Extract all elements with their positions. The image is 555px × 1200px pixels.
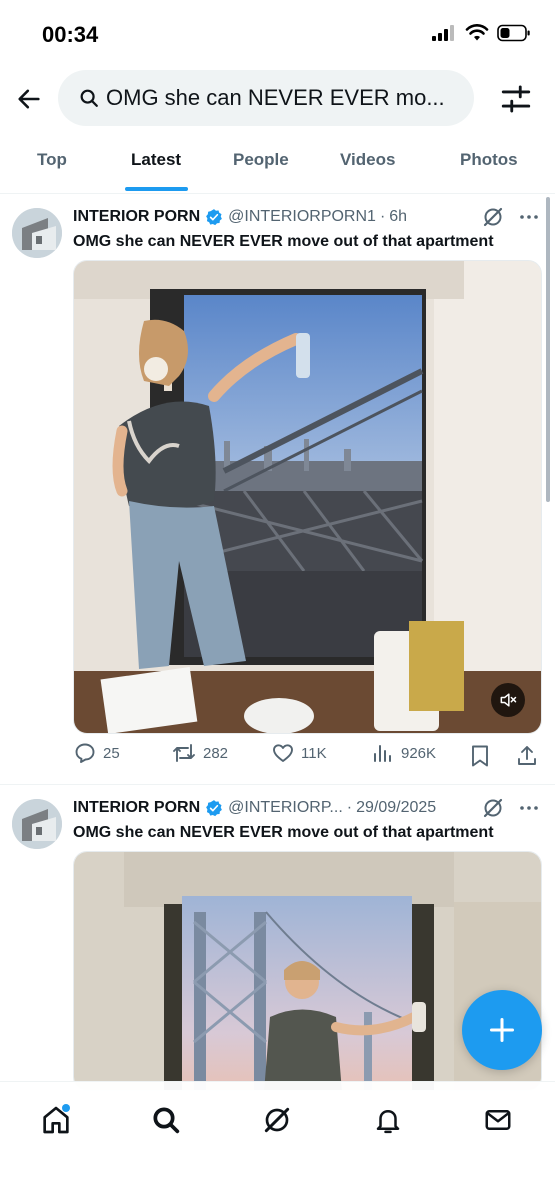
compose-plus-icon	[489, 1017, 515, 1043]
status-bar: 00:34	[0, 0, 555, 70]
search-query: OMG she can NEVER EVER mo...	[106, 85, 445, 110]
tweet-video[interactable]	[73, 260, 542, 734]
status-time: 00:34	[42, 22, 99, 47]
avatar[interactable]	[12, 799, 62, 849]
nav-grok[interactable]	[257, 1100, 297, 1140]
avatar-image	[12, 799, 62, 849]
messages-icon	[485, 1110, 511, 1130]
wifi-icon	[465, 24, 489, 41]
nav-home[interactable]	[36, 1100, 76, 1140]
grok-icon[interactable]	[481, 205, 505, 229]
scrollbar[interactable]	[546, 197, 550, 502]
more-icon[interactable]	[517, 796, 541, 820]
like-icon	[273, 744, 293, 762]
verified-badge-icon	[206, 800, 222, 817]
search-tabs: Top Latest People Videos Photos	[0, 140, 555, 194]
back-arrow-icon	[18, 89, 40, 109]
filter-sliders-icon[interactable]	[499, 82, 533, 116]
back-button[interactable]	[12, 82, 46, 116]
search-input[interactable]: OMG she can NEVER EVER mo...	[58, 70, 474, 126]
share-icon[interactable]	[515, 744, 539, 768]
avatar-image	[12, 208, 62, 258]
like-button[interactable]: 11K	[271, 741, 327, 765]
tweet-header: INTERIOR PORN @INTERIORPORN1 · 6h	[73, 205, 407, 229]
tab-videos[interactable]: Videos	[340, 150, 395, 170]
reply-icon	[75, 743, 95, 763]
notifications-icon	[376, 1110, 400, 1134]
tweet-time[interactable]: 6h	[389, 208, 407, 226]
views-icon	[374, 745, 391, 762]
like-count: 11K	[301, 744, 327, 762]
bookmark-icon[interactable]	[469, 744, 491, 768]
views-button[interactable]: 926K	[371, 741, 436, 765]
verified-badge-icon	[206, 209, 222, 226]
reply-count: 25	[103, 744, 120, 762]
tweet-header: INTERIOR PORN @INTERIORP... · 29/09/2025	[73, 796, 436, 820]
tab-active-indicator	[125, 187, 188, 191]
separator-dot: ·	[379, 208, 386, 225]
tab-photos[interactable]: Photos	[460, 150, 518, 170]
repost-icon	[173, 744, 195, 762]
reply-button[interactable]: 25	[73, 741, 120, 765]
compose-button[interactable]	[462, 990, 542, 1070]
separator-dot: ·	[346, 799, 353, 816]
author-handle[interactable]: @INTERIORP...	[228, 799, 343, 817]
home-notification-dot	[62, 1104, 70, 1112]
views-count: 926K	[401, 744, 437, 762]
more-icon[interactable]	[517, 205, 541, 229]
bottom-nav	[0, 1081, 555, 1200]
mute-icon	[500, 693, 517, 707]
repost-button[interactable]: 282	[171, 741, 228, 765]
grok-icon[interactable]	[481, 796, 505, 820]
battery-icon	[497, 24, 530, 42]
nav-search[interactable]	[146, 1100, 186, 1140]
video-frame-image	[74, 261, 541, 733]
status-icons	[431, 24, 531, 42]
author-name[interactable]: INTERIOR PORN	[73, 208, 200, 226]
search-icon	[153, 1107, 180, 1134]
avatar[interactable]	[12, 208, 62, 258]
tweet-text: OMG she can NEVER EVER move out of that …	[73, 824, 494, 841]
search-icon	[80, 89, 98, 107]
tweet-text: OMG she can NEVER EVER move out of that …	[73, 233, 494, 250]
tweet[interactable]: INTERIOR PORN @INTERIORPORN1 · 6h OMG sh…	[0, 205, 555, 785]
repost-count: 282	[203, 744, 229, 762]
tab-people[interactable]: People	[233, 150, 289, 170]
author-handle[interactable]: @INTERIORPORN1	[228, 208, 376, 226]
grok-icon	[264, 1107, 290, 1133]
author-name[interactable]: INTERIOR PORN	[73, 799, 200, 817]
tweet-actions: 25 282 11K 926K	[73, 741, 543, 771]
tab-top[interactable]: Top	[37, 150, 67, 170]
tweet-divider	[0, 784, 555, 785]
cellular-signal-icon	[432, 25, 454, 41]
mute-button[interactable]	[491, 683, 525, 717]
tweet-time[interactable]: 29/09/2025	[356, 799, 436, 817]
nav-messages[interactable]	[478, 1100, 518, 1140]
search-header: OMG she can NEVER EVER mo...	[0, 70, 555, 128]
nav-notifications[interactable]	[368, 1100, 408, 1140]
tab-latest[interactable]: Latest	[131, 150, 181, 170]
